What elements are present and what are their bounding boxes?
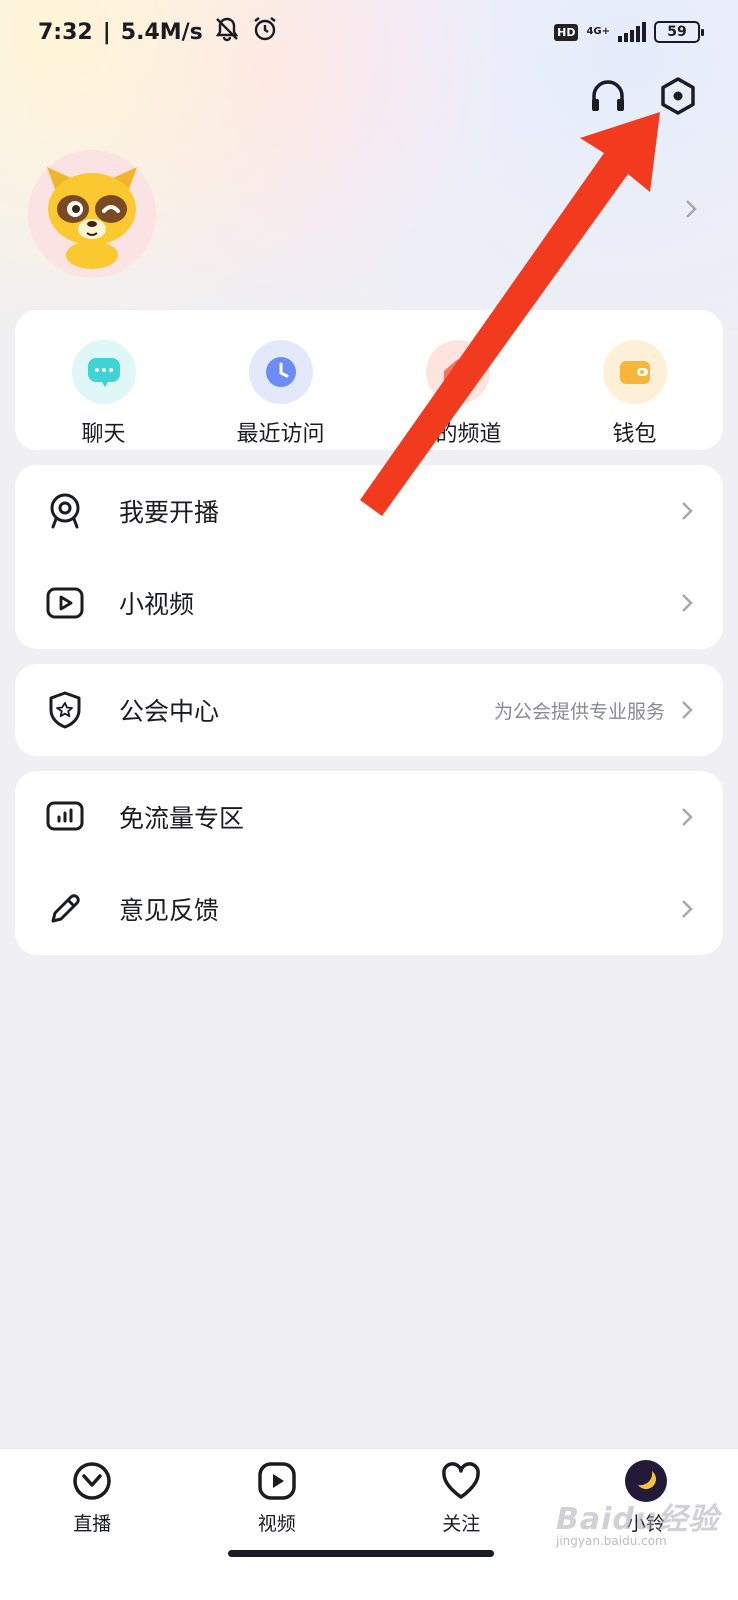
chevron-right-icon (681, 700, 693, 720)
profile-chevron-icon[interactable] (684, 198, 698, 224)
menu-group-1: 我要开播 小视频 (15, 465, 723, 649)
chat-icon (71, 340, 136, 404)
battery-icon: 59 (654, 21, 704, 43)
menu-item-subtitle: 为公会提供专业服务 (493, 700, 665, 723)
quick-action-chat[interactable]: 聊天 (15, 310, 192, 450)
quick-action-label: 钱包 (612, 422, 657, 447)
menu-item-label: 意见反馈 (119, 896, 220, 925)
hd-badge: HD (554, 23, 579, 41)
quick-action-label: 我的频道 (413, 422, 502, 447)
menu-item-free-data[interactable]: 免流量专区 (15, 771, 723, 863)
tab-label: 视频 (257, 1513, 296, 1535)
chevron-right-icon (681, 501, 693, 521)
headphones-icon[interactable] (586, 74, 630, 118)
menu-item-label: 免流量专区 (119, 804, 245, 833)
quick-action-label: 聊天 (81, 422, 126, 447)
clock-icon (248, 340, 313, 404)
tab-live[interactable]: 直播 (0, 1449, 185, 1600)
tab-label: 直播 (73, 1513, 112, 1535)
quick-actions-card: 聊天 最近访问 我的频道 钱包 (15, 310, 723, 450)
heart-icon (439, 1459, 483, 1503)
pencil-icon (45, 889, 85, 929)
play-icon (255, 1459, 299, 1503)
menu-item-label: 公会中心 (119, 697, 220, 726)
battery-level: 59 (667, 24, 687, 40)
status-speed: 5.4M/s (120, 19, 203, 45)
quick-action-channel[interactable]: 我的频道 (369, 310, 546, 450)
status-bar: 7:32 | 5.4M/s HD 4G+ 59 (0, 0, 738, 64)
tab-label: 关注 (442, 1513, 481, 1535)
wallet-icon (602, 340, 667, 404)
home-indicator[interactable] (228, 1550, 494, 1557)
chevron-right-icon (681, 899, 693, 919)
watermark: Baidu经验 (556, 1502, 720, 1537)
menu-item-label: 小视频 (119, 590, 195, 619)
menu-group-2: 公会中心 为公会提供专业服务 (15, 664, 723, 756)
signal-icon (618, 22, 646, 42)
shield-star-icon (45, 690, 85, 730)
alarm-icon (251, 15, 279, 49)
tab-video[interactable]: 视频 (185, 1449, 370, 1600)
network-label: 4G+ (586, 26, 610, 37)
status-divider: | (102, 19, 111, 45)
video-icon (45, 583, 85, 623)
live-icon (70, 1459, 114, 1503)
mute-icon (213, 16, 241, 48)
quick-action-wallet[interactable]: 钱包 (546, 310, 723, 450)
avatar[interactable] (28, 150, 156, 278)
webcam-icon (45, 491, 85, 531)
quick-action-label: 最近访问 (236, 422, 325, 447)
menu-group-3: 免流量专区 意见反馈 (15, 771, 723, 955)
settings-icon[interactable] (656, 74, 700, 118)
menu-item-feedback[interactable]: 意见反馈 (15, 863, 723, 955)
data-chart-icon (45, 797, 85, 837)
home-icon (425, 340, 490, 404)
tab-follow[interactable]: 关注 (369, 1449, 554, 1600)
chevron-right-icon (681, 807, 693, 827)
menu-item-label: 我要开播 (119, 498, 220, 527)
status-time: 7:32 (38, 19, 93, 45)
quick-action-recent[interactable]: 最近访问 (192, 310, 369, 450)
chevron-right-icon (681, 593, 693, 613)
watermark-url: jingyan.baidu.com (556, 1534, 667, 1548)
menu-item-short-video[interactable]: 小视频 (15, 557, 723, 649)
raccoon-mascot-icon (47, 167, 137, 269)
menu-item-guild-center[interactable]: 公会中心 为公会提供专业服务 (15, 664, 723, 756)
menu-item-start-live[interactable]: 我要开播 (15, 465, 723, 557)
